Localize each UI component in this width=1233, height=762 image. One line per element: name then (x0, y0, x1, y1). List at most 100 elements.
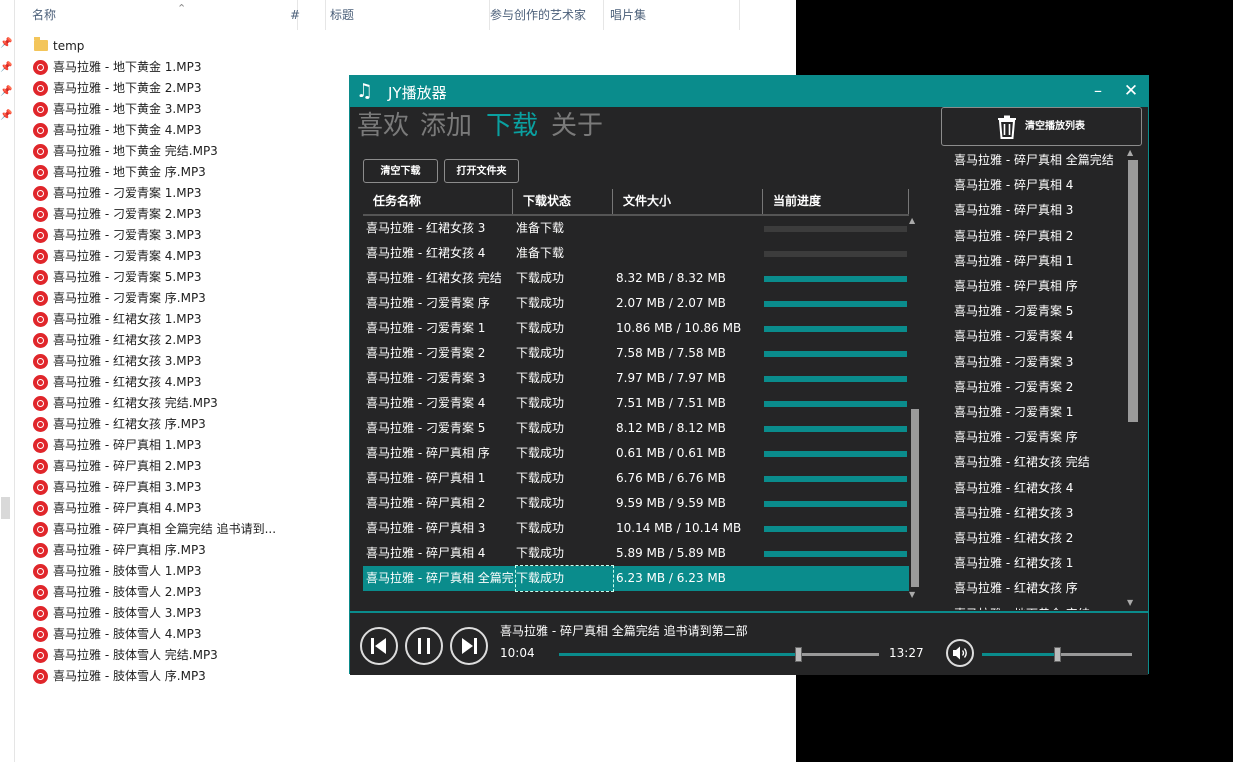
file-row[interactable]: 喜马拉雅 - 红裙女孩 1.MP3 (30, 309, 330, 330)
table-row[interactable]: 喜马拉雅 - 红裙女孩 4 准备下载 (363, 241, 909, 266)
table-row[interactable]: 喜马拉雅 - 碎尸真相 1 下载成功 6.76 MB / 6.76 MB (363, 466, 909, 491)
playlist-item[interactable]: 喜马拉雅 - 碎尸真相 2 (954, 224, 1073, 249)
playlist-item[interactable]: 喜马拉雅 - 刁爱青案 4 (954, 324, 1073, 349)
title-bar[interactable]: ♫ JY播放器 – ✕ (350, 76, 1148, 107)
table-row[interactable]: 喜马拉雅 - 刁爱青案 4 下载成功 7.51 MB / 7.51 MB (363, 391, 909, 416)
table-row[interactable]: 喜马拉雅 - 碎尸真相 全篇完结 下载成功 6.23 MB / 6.23 MB (363, 565, 909, 592)
playlist-item[interactable]: 喜马拉雅 - 碎尸真相 4 (954, 173, 1073, 198)
file-row[interactable]: 喜马拉雅 - 刁爱青案 1.MP3 (30, 183, 330, 204)
playlist-item[interactable]: 喜马拉雅 - 红裙女孩 1 (954, 551, 1073, 576)
pin-icon[interactable]: 📌 (0, 86, 12, 98)
previous-button[interactable] (360, 627, 398, 665)
file-row[interactable]: 喜马拉雅 - 刁爱青案 5.MP3 (30, 267, 330, 288)
table-row[interactable]: 喜马拉雅 - 碎尸真相 3 下载成功 10.14 MB / 10.14 MB (363, 516, 909, 541)
pin-icon[interactable]: 📌 (0, 110, 12, 122)
volume-button[interactable] (946, 639, 974, 667)
close-button[interactable]: ✕ (1121, 80, 1141, 102)
column-title[interactable]: 标题 (326, 0, 490, 30)
pin-icon[interactable]: 📌 (0, 62, 12, 74)
file-row[interactable]: 喜马拉雅 - 碎尸真相 3.MP3 (30, 477, 330, 498)
header-file-size[interactable]: 文件大小 (613, 189, 763, 214)
header-task-name[interactable]: 任务名称 (363, 189, 513, 214)
table-row[interactable]: 喜马拉雅 - 红裙女孩 完结 下载成功 8.32 MB / 8.32 MB (363, 266, 909, 291)
playlist-scrollbar[interactable]: ▲ ▼ (1126, 148, 1140, 610)
pin-icon[interactable]: 📌 (0, 38, 12, 50)
next-button[interactable] (450, 627, 488, 665)
tab-favorites[interactable]: 喜欢 (357, 109, 409, 143)
scroll-down-icon[interactable]: ▼ (909, 590, 915, 599)
playlist-item[interactable]: 喜马拉雅 - 刁爱青案 1 (954, 400, 1073, 425)
volume-slider[interactable] (982, 647, 1132, 662)
minimize-button[interactable]: – (1088, 80, 1108, 102)
table-row[interactable]: 喜马拉雅 - 刁爱青案 1 下载成功 10.86 MB / 10.86 MB (363, 316, 909, 341)
download-table-scrollbar[interactable]: ▲ ▼ (909, 216, 921, 600)
column-number[interactable]: # (286, 0, 326, 30)
file-row[interactable]: 喜马拉雅 - 刁爱青案 3.MP3 (30, 225, 330, 246)
scroll-up-icon[interactable]: ▲ (1127, 148, 1133, 157)
file-row[interactable]: 喜马拉雅 - 地下黄金 序.MP3 (30, 162, 330, 183)
file-row[interactable]: 喜马拉雅 - 刁爱青案 序.MP3 (30, 288, 330, 309)
playlist-item[interactable]: 喜马拉雅 - 碎尸真相 序 (954, 274, 1078, 299)
file-row[interactable]: 喜马拉雅 - 地下黄金 2.MP3 (30, 78, 330, 99)
file-row[interactable]: 喜马拉雅 - 碎尸真相 2.MP3 (30, 456, 330, 477)
volume-thumb[interactable] (1054, 647, 1061, 662)
table-row[interactable]: 喜马拉雅 - 碎尸真相 序 下载成功 0.61 MB / 0.61 MB (363, 441, 909, 466)
strip-scrollbar[interactable] (1, 497, 10, 519)
file-row[interactable]: 喜马拉雅 - 肢体雪人 序.MP3 (30, 666, 330, 687)
open-folder-button[interactable]: 打开文件夹 (444, 159, 519, 183)
column-name[interactable]: 名称 ⌃ (28, 0, 298, 30)
file-row[interactable]: 喜马拉雅 - 地下黄金 3.MP3 (30, 99, 330, 120)
playlist-item[interactable]: 喜马拉雅 - 刁爱青案 序 (954, 425, 1078, 450)
pause-button[interactable] (405, 627, 443, 665)
playlist-item[interactable]: 喜马拉雅 - 刁爱青案 5 (954, 299, 1073, 324)
table-row[interactable]: 喜马拉雅 - 碎尸真相 4 下载成功 5.89 MB / 5.89 MB (363, 541, 909, 566)
playlist-item[interactable]: 喜马拉雅 - 红裙女孩 4 (954, 476, 1073, 501)
seek-slider[interactable] (559, 647, 879, 662)
file-row[interactable]: 喜马拉雅 - 肢体雪人 3.MP3 (30, 603, 330, 624)
table-row[interactable]: 喜马拉雅 - 红裙女孩 3 准备下载 (363, 216, 909, 241)
table-row[interactable]: 喜马拉雅 - 刁爱青案 3 下载成功 7.97 MB / 7.97 MB (363, 366, 909, 391)
scroll-up-icon[interactable]: ▲ (909, 216, 915, 225)
file-row[interactable]: 喜马拉雅 - 碎尸真相 1.MP3 (30, 435, 330, 456)
playlist-item[interactable]: 喜马拉雅 - 刁爱青案 3 (954, 350, 1073, 375)
file-row[interactable]: 喜马拉雅 - 地下黄金 完结.MP3 (30, 141, 330, 162)
playlist-item[interactable]: 喜马拉雅 - 红裙女孩 完结 (954, 450, 1090, 475)
playlist-item[interactable]: 喜马拉雅 - 地下黄金 完结 (954, 602, 1090, 610)
file-row[interactable]: 喜马拉雅 - 肢体雪人 1.MP3 (30, 561, 330, 582)
file-row[interactable]: 喜马拉雅 - 肢体雪人 4.MP3 (30, 624, 330, 645)
file-row[interactable]: 喜马拉雅 - 碎尸真相 序.MP3 (30, 540, 330, 561)
playlist-item[interactable]: 喜马拉雅 - 红裙女孩 2 (954, 526, 1073, 551)
scroll-thumb[interactable] (911, 409, 919, 587)
playlist-item[interactable]: 喜马拉雅 - 碎尸真相 1 (954, 249, 1073, 274)
seek-thumb[interactable] (795, 647, 803, 662)
header-status[interactable]: 下载状态 (513, 189, 613, 214)
playlist-item[interactable]: 喜马拉雅 - 红裙女孩 3 (954, 501, 1073, 526)
playlist-item[interactable]: 喜马拉雅 - 刁爱青案 2 (954, 375, 1073, 400)
file-row[interactable]: 喜马拉雅 - 肢体雪人 完结.MP3 (30, 645, 330, 666)
file-row[interactable]: 喜马拉雅 - 碎尸真相 4.MP3 (30, 498, 330, 519)
clear-playlist-button[interactable]: 清空播放列表 (941, 107, 1142, 146)
file-row[interactable]: 喜马拉雅 - 红裙女孩 序.MP3 (30, 414, 330, 435)
tab-download[interactable]: 下载 (486, 109, 538, 143)
clear-downloads-button[interactable]: 清空下载 (363, 159, 438, 183)
file-row[interactable]: 喜马拉雅 - 地下黄金 4.MP3 (30, 120, 330, 141)
table-row[interactable]: 喜马拉雅 - 刁爱青案 2 下载成功 7.58 MB / 7.58 MB (363, 341, 909, 366)
folder-row[interactable]: temp (30, 36, 330, 57)
file-row[interactable]: 喜马拉雅 - 红裙女孩 3.MP3 (30, 351, 330, 372)
playlist-item[interactable]: 喜马拉雅 - 碎尸真相 全篇完结 (954, 148, 1114, 173)
tab-add[interactable]: 添加 (420, 109, 472, 143)
table-row[interactable]: 喜马拉雅 - 刁爱青案 序 下载成功 2.07 MB / 2.07 MB (363, 291, 909, 316)
file-row[interactable]: 喜马拉雅 - 刁爱青案 4.MP3 (30, 246, 330, 267)
playlist-item[interactable]: 喜马拉雅 - 红裙女孩 序 (954, 576, 1078, 601)
table-row[interactable]: 喜马拉雅 - 碎尸真相 2 下载成功 9.59 MB / 9.59 MB (363, 491, 909, 516)
column-artist[interactable]: 参与创作的艺术家 (486, 0, 604, 30)
table-row[interactable]: 喜马拉雅 - 刁爱青案 5 下载成功 8.12 MB / 8.12 MB (363, 416, 909, 441)
scroll-thumb[interactable] (1128, 160, 1138, 422)
column-album[interactable]: 唱片集 (606, 0, 740, 30)
file-row[interactable]: 喜马拉雅 - 碎尸真相 全篇完结 追书请到... (30, 519, 330, 540)
file-row[interactable]: 喜马拉雅 - 红裙女孩 完结.MP3 (30, 393, 330, 414)
file-row[interactable]: 喜马拉雅 - 刁爱青案 2.MP3 (30, 204, 330, 225)
file-row[interactable]: 喜马拉雅 - 红裙女孩 4.MP3 (30, 372, 330, 393)
playlist-item[interactable]: 喜马拉雅 - 碎尸真相 3 (954, 198, 1073, 223)
header-progress[interactable]: 当前进度 (763, 189, 909, 214)
